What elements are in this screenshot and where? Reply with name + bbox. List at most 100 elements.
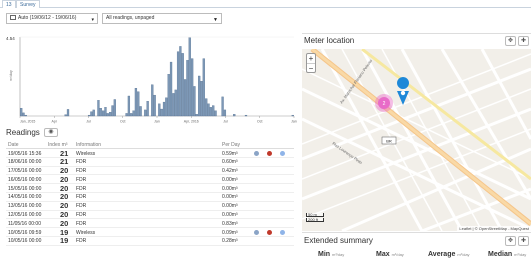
table-row[interactable]: 10/05/16 00:00 19 FDR 0.28m³	[6, 236, 294, 246]
row-information: FDR	[76, 194, 87, 201]
tab-bar: 13 Survey	[0, 0, 531, 8]
row-date: 18/06/16 00:00	[8, 159, 42, 166]
readings-filter-select[interactable]: All readings, unpaged ▼	[102, 13, 222, 24]
chart-bar	[223, 109, 227, 117]
chart-bar	[186, 60, 189, 117]
move-icon[interactable]: ✚	[518, 236, 529, 246]
status-dot-icon[interactable]	[254, 230, 259, 236]
stat-min-label: Min	[318, 251, 331, 258]
move-icon[interactable]: ✚	[518, 36, 529, 46]
table-body: 19/05/16 15:36 21 Wireless 0.59m³ 18/06/16 0…	[6, 149, 294, 246]
row-per-day: 0.60m³	[222, 159, 238, 166]
row-index: 20	[60, 192, 69, 202]
table-row[interactable]: 16/05/16 00:00 20 FDR 0.00m³	[6, 174, 294, 185]
readings-filter-value: All readings, unpaged	[106, 15, 155, 21]
stat-max-label: Max	[376, 251, 390, 258]
marker-dot	[400, 90, 406, 96]
zoom-in-button[interactable]: +	[307, 54, 315, 63]
zoom-control: + −	[306, 53, 316, 73]
row-index: 20	[60, 201, 69, 211]
tab-survey[interactable]: Survey	[16, 0, 40, 8]
column-date[interactable]: Date	[8, 142, 19, 148]
row-date: 10/05/16 00:00	[8, 238, 42, 245]
chart-bar	[200, 81, 203, 117]
row-index: 20	[60, 210, 69, 220]
chart-bar	[130, 113, 133, 117]
alert-icon[interactable]	[267, 151, 272, 156]
table-row[interactable]: 10/05/16 09:59 19 Wireless 0.09m³	[6, 228, 294, 237]
expand-icon[interactable]: ✥	[505, 236, 516, 246]
table-row[interactable]: 18/06/16 00:00 21 FDR 0.60m³	[6, 157, 294, 167]
tab-id[interactable]: 13	[2, 0, 16, 8]
chart-bar	[188, 37, 191, 117]
x-tick-label: Jan	[291, 120, 297, 124]
table-row[interactable]: 13/05/16 00:00 20 FDR 0.00m³	[6, 201, 294, 211]
row-date: 17/05/16 00:00	[8, 168, 42, 175]
consumption-chart-svg: 4.54 m³/day Jan, 2015 Apr Jul Oct Jan Apr, 2016…	[6, 36, 297, 124]
table-row[interactable]: 19/05/16 15:36 21 Wireless 0.59m³	[6, 149, 294, 158]
status-dot-icon[interactable]	[280, 151, 285, 156]
chart-bar	[22, 112, 25, 117]
chart-bar	[146, 101, 149, 117]
row-date: 12/05/16 00:00	[8, 212, 42, 219]
x-tick-label: Oct	[120, 120, 125, 124]
chart-bar	[172, 93, 175, 117]
map[interactable]: BR Av. Marechal Floriano Peixoto Rua Lou…	[302, 49, 531, 231]
chart-bar	[221, 96, 224, 117]
chart-bar	[99, 108, 102, 117]
summary-title: Extended summary	[304, 236, 373, 245]
table-row[interactable]: 14/05/16 00:00 20 FDR 0.00m³	[6, 192, 294, 202]
column-index[interactable]: Index m³	[48, 142, 67, 148]
chart-bar	[209, 107, 212, 117]
stat-min-unit: m³/day	[332, 252, 345, 257]
stat-median: Median m³/day	[488, 251, 526, 258]
alert-icon[interactable]	[267, 230, 272, 236]
row-information: Wireless	[76, 229, 96, 236]
table-row[interactable]: 15/05/16 00:00 20 FDR 0.00m³	[6, 184, 294, 193]
x-tick-label: Apr, 2016	[184, 120, 199, 124]
row-index: 21	[60, 157, 69, 167]
table-row[interactable]: 17/05/16 00:00 20 FDR 0.42m³	[6, 166, 294, 176]
y-axis-label: m³/day	[9, 70, 13, 81]
map-attribution[interactable]: Leaflet | © OpenStreetMap - MapQuest	[457, 226, 531, 231]
column-information[interactable]: Information	[76, 142, 101, 148]
chart-bar	[181, 53, 184, 117]
status-dot-icon[interactable]	[254, 151, 259, 156]
zoom-out-button[interactable]: −	[307, 63, 315, 73]
x-tick-label: Oct	[257, 120, 262, 124]
expand-icon[interactable]: ✥	[505, 36, 516, 46]
road-badge-label: BR	[386, 139, 392, 144]
chart-bar	[24, 114, 27, 117]
chart-bar	[127, 95, 131, 117]
eye-icon[interactable]: ◉	[44, 128, 58, 137]
date-range-select[interactable]: Auto (19/06/12 - 19/06/16) ▾	[6, 13, 98, 24]
chart-bar	[87, 114, 91, 117]
chart-bar	[104, 107, 107, 117]
x-tick-label: Jul	[223, 120, 228, 124]
status-dot-icon[interactable]	[280, 230, 285, 236]
row-index: 19	[60, 227, 69, 237]
readings-table: Date Index m³ Information Per Day 19/05/…	[6, 141, 294, 246]
row-information: FDR	[76, 238, 87, 245]
chart-bar	[160, 108, 163, 117]
consumption-chart[interactable]: 4.54 m³/day Jan, 2015 Apr Jul Oct Jan Apr, 2016…	[6, 33, 298, 126]
row-information: FDR	[76, 185, 87, 192]
row-information: FDR	[76, 176, 87, 183]
row-information: FDR	[76, 212, 87, 219]
row-index: 20	[60, 174, 69, 184]
row-information: FDR	[76, 220, 87, 227]
chart-bar	[167, 74, 170, 117]
table-row[interactable]: 11/05/16 00:00 20 FDR 0.83m³	[6, 218, 294, 229]
chart-bar	[144, 109, 147, 117]
row-index: 20	[60, 218, 69, 228]
row-per-day: 0.00m³	[222, 176, 238, 183]
stat-min: Min m³/day	[318, 251, 344, 258]
readings-title: Readings	[6, 128, 40, 137]
chart-bar	[214, 110, 217, 117]
chart-bar	[92, 109, 95, 117]
column-per-day[interactable]: Per Day	[222, 142, 240, 148]
x-tick-label: Jan, 2015	[20, 120, 35, 124]
scale-feet: 200 ft	[306, 218, 324, 222]
table-row[interactable]: 12/05/16 00:00 20 FDR 0.00m³	[6, 210, 294, 220]
row-per-day: 0.00m³	[222, 185, 238, 192]
